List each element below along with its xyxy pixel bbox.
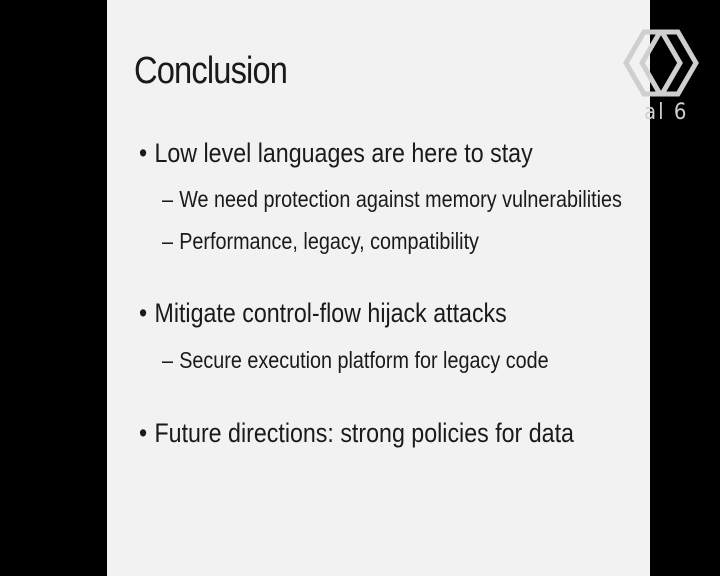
sub-bullet-text: We need protection against memory vulner… [179, 186, 622, 212]
logo-text: al 6 [644, 100, 689, 125]
sub-bullet-item: – Performance, legacy, compatibility [162, 228, 479, 255]
sub-bullet-glyph: – [162, 228, 174, 254]
slide-title: Conclusion [134, 50, 288, 92]
bullet-item: • Mitigate control-flow hijack attacks [139, 298, 507, 329]
sub-bullet-glyph: – [162, 347, 174, 373]
bullet-text: Mitigate control-flow hijack attacks [154, 298, 507, 328]
bullet-glyph: • [139, 138, 148, 168]
sub-bullet-text: Secure execution platform for legacy cod… [179, 347, 549, 373]
bullet-glyph: • [139, 298, 148, 328]
sub-bullet-item: – Secure execution platform for legacy co… [162, 347, 549, 374]
presentation-slide: Conclusion • Low level languages are here… [107, 0, 650, 576]
sub-bullet-glyph: – [162, 186, 174, 212]
sub-bullet-text: Performance, legacy, compatibility [179, 228, 479, 254]
bullet-item: • Low level languages are here to stay [139, 138, 533, 169]
bullet-text: Future directions: strong policies for d… [154, 418, 574, 448]
double-chevron-logo-icon [623, 29, 699, 97]
bullet-text: Low level languages are here to stay [154, 138, 533, 168]
sub-bullet-item: – We need protection against memory vulne… [162, 186, 622, 213]
bullet-glyph: • [139, 418, 148, 448]
bullet-item: • Future directions: strong policies for … [139, 418, 574, 449]
